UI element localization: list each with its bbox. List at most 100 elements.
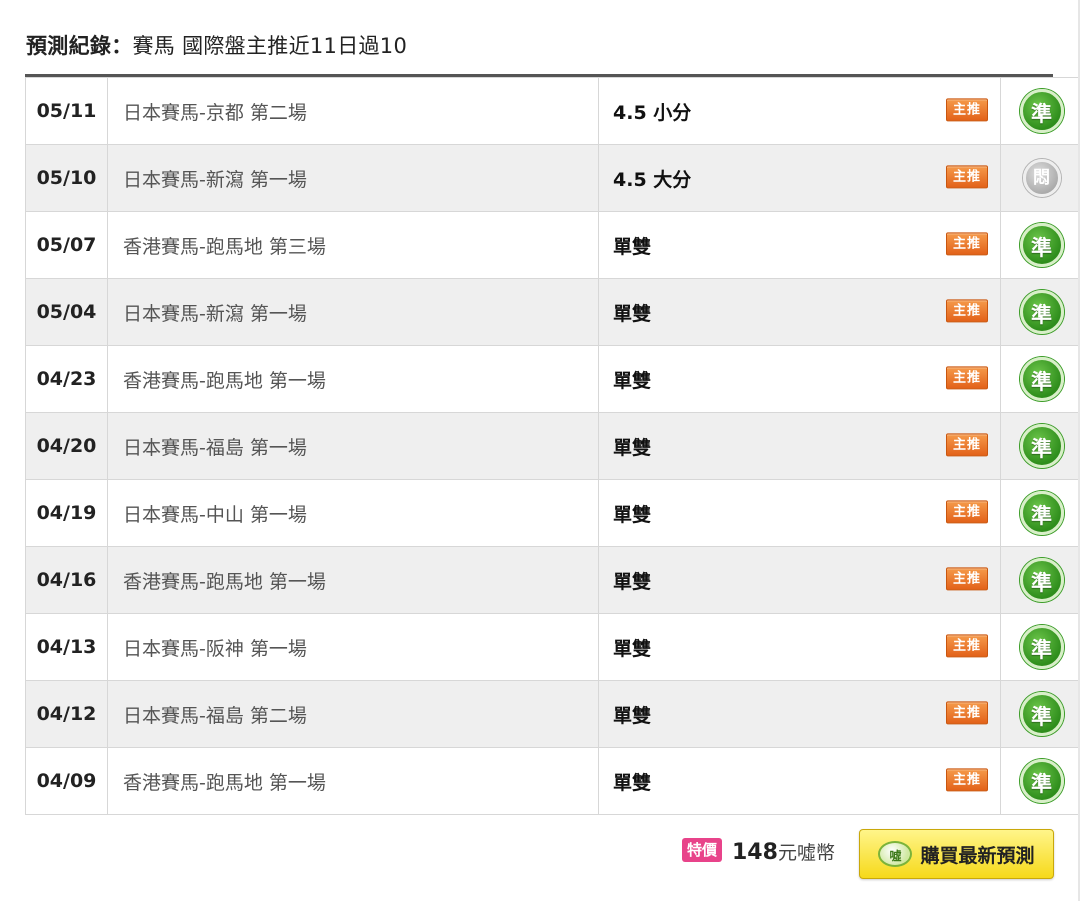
record-pick: 4.5 小分 xyxy=(613,101,692,124)
table-row: 04/09 香港賽馬-跑馬地 第一場 單雙 主推 準 xyxy=(25,747,1080,815)
record-result-cell: 準 xyxy=(1000,412,1080,480)
purchase-footer: 特價 148元噓幣 噓 購買最新預測 xyxy=(0,828,1080,882)
record-result-cell: 準 xyxy=(1000,278,1080,346)
record-result-cell: 悶 xyxy=(1000,144,1080,212)
price-display: 148元噓幣 xyxy=(732,838,835,865)
record-pick-cell: 單雙 主推 xyxy=(598,412,1001,480)
record-date: 04/20 xyxy=(25,412,108,480)
record-pick-wrap: 單雙 主推 xyxy=(613,681,1000,747)
record-pick-cell: 單雙 主推 xyxy=(598,680,1001,748)
record-date: 05/07 xyxy=(25,211,108,279)
record-race: 香港賽馬-跑馬地 第一場 xyxy=(107,747,599,815)
table-row: 04/13 日本賽馬-阪神 第一場 單雙 主推 準 xyxy=(25,613,1080,681)
record-pick-wrap: 單雙 主推 xyxy=(613,346,1000,412)
record-pick-cell: 單雙 主推 xyxy=(598,278,1001,346)
record-pick-cell: 4.5 大分 主推 xyxy=(598,144,1001,212)
record-race: 香港賽馬-跑馬地 第三場 xyxy=(107,211,599,279)
record-pick: 單雙 xyxy=(613,771,652,794)
main-pick-badge: 主推 xyxy=(946,567,988,591)
record-date: 04/13 xyxy=(25,613,108,681)
record-race: 日本賽馬-新瀉 第一場 xyxy=(107,144,599,212)
main-pick-badge: 主推 xyxy=(946,299,988,323)
result-hit-icon: 準 xyxy=(1019,290,1064,334)
record-result-cell: 準 xyxy=(1000,680,1080,748)
record-pick-cell: 單雙 主推 xyxy=(598,211,1001,279)
main-pick-badge: 主推 xyxy=(946,165,988,189)
record-pick: 單雙 xyxy=(613,637,652,660)
page-title: 預測紀錄：賽馬 國際盤主推近11日過10 xyxy=(26,30,407,60)
record-pick: 單雙 xyxy=(613,436,652,459)
record-pick-cell: 4.5 小分 主推 xyxy=(598,77,1001,145)
record-pick-cell: 單雙 主推 xyxy=(598,747,1001,815)
buy-button-label: 購買最新預測 xyxy=(920,844,1035,867)
record-pick-wrap: 單雙 主推 xyxy=(613,279,1000,345)
record-result-cell: 準 xyxy=(1000,211,1080,279)
record-pick-wrap: 單雙 主推 xyxy=(613,413,1000,479)
record-pick-wrap: 4.5 大分 主推 xyxy=(613,145,1000,211)
record-result-cell: 準 xyxy=(1000,546,1080,614)
table-row: 05/04 日本賽馬-新瀉 第一場 單雙 主推 準 xyxy=(25,278,1080,346)
main-pick-badge: 主推 xyxy=(946,768,988,792)
record-pick: 單雙 xyxy=(613,704,652,727)
record-pick-cell: 單雙 主推 xyxy=(598,546,1001,614)
record-date: 04/23 xyxy=(25,345,108,413)
record-date: 04/19 xyxy=(25,479,108,547)
record-pick-wrap: 單雙 主推 xyxy=(613,748,1000,814)
result-hit-icon: 準 xyxy=(1019,491,1064,535)
result-hit-icon: 準 xyxy=(1019,357,1064,401)
record-date: 04/09 xyxy=(25,747,108,815)
prediction-record-page: 預測紀錄：賽馬 國際盤主推近11日過10 05/11 日本賽馬-京都 第二場 4.5… xyxy=(0,0,1080,901)
record-result-cell: 準 xyxy=(1000,479,1080,547)
table-row: 04/16 香港賽馬-跑馬地 第一場 單雙 主推 準 xyxy=(25,546,1080,614)
record-race: 日本賽馬-新瀉 第一場 xyxy=(107,278,599,346)
table-row: 04/20 日本賽馬-福島 第一場 單雙 主推 準 xyxy=(25,412,1080,480)
record-race: 日本賽馬-阪神 第一場 xyxy=(107,613,599,681)
record-race: 香港賽馬-跑馬地 第一場 xyxy=(107,345,599,413)
table-row: 05/10 日本賽馬-新瀉 第一場 4.5 大分 主推 悶 xyxy=(25,144,1080,212)
record-pick: 單雙 xyxy=(613,302,652,325)
record-result-cell: 準 xyxy=(1000,345,1080,413)
record-race: 香港賽馬-跑馬地 第一場 xyxy=(107,546,599,614)
special-price-tag: 特價 xyxy=(682,838,722,862)
table-row: 05/11 日本賽馬-京都 第二場 4.5 小分 主推 準 xyxy=(25,77,1080,145)
record-pick-wrap: 單雙 主推 xyxy=(613,480,1000,546)
record-date: 05/11 xyxy=(25,77,108,145)
record-result-cell: 準 xyxy=(1000,747,1080,815)
main-pick-badge: 主推 xyxy=(946,634,988,658)
records-table: 05/11 日本賽馬-京都 第二場 4.5 小分 主推準 05/10 日本賽馬-新瀉 第一… xyxy=(25,77,1080,815)
record-pick-wrap: 4.5 小分 主推 xyxy=(613,78,1000,144)
record-pick: 單雙 xyxy=(613,369,652,392)
table-row: 04/23 香港賽馬-跑馬地 第一場 單雙 主推 準 xyxy=(25,345,1080,413)
result-hit-icon: 準 xyxy=(1019,424,1064,468)
record-date: 04/16 xyxy=(25,546,108,614)
main-pick-badge: 主推 xyxy=(946,701,988,725)
table-row: 04/12 日本賽馬-福島 第二場 單雙 主推 準 xyxy=(25,680,1080,748)
record-date: 04/12 xyxy=(25,680,108,748)
record-race: 日本賽馬-中山 第一場 xyxy=(107,479,599,547)
result-hit-icon: 準 xyxy=(1019,759,1064,803)
record-race: 日本賽馬-福島 第二場 xyxy=(107,680,599,748)
main-pick-badge: 主推 xyxy=(946,433,988,457)
record-result-cell: 準 xyxy=(1000,613,1080,681)
price-value: 148 xyxy=(732,840,778,865)
record-pick: 單雙 xyxy=(613,235,652,258)
table-row: 05/07 香港賽馬-跑馬地 第三場 單雙 主推 準 xyxy=(25,211,1080,279)
result-hit-icon: 準 xyxy=(1019,692,1064,736)
record-pick-cell: 單雙 主推 xyxy=(598,479,1001,547)
coin-icon: 噓 xyxy=(878,841,913,867)
buy-latest-prediction-button[interactable]: 噓 購買最新預測 xyxy=(859,829,1054,879)
record-pick: 4.5 大分 xyxy=(613,168,692,191)
record-race: 日本賽馬-京都 第二場 xyxy=(107,77,599,145)
page-title-label: 預測紀錄： xyxy=(26,34,133,58)
result-hit-icon: 準 xyxy=(1019,89,1064,133)
record-pick-wrap: 單雙 主推 xyxy=(613,547,1000,613)
record-pick-wrap: 單雙 主推 xyxy=(613,212,1000,278)
record-pick-cell: 單雙 主推 xyxy=(598,613,1001,681)
result-hit-icon: 準 xyxy=(1019,625,1064,669)
result-hit-icon: 準 xyxy=(1019,558,1064,602)
page-title-text: 賽馬 國際盤主推近11日過10 xyxy=(132,34,408,58)
record-pick: 單雙 xyxy=(613,570,652,593)
record-pick-cell: 單雙 主推 xyxy=(598,345,1001,413)
main-pick-badge: 主推 xyxy=(946,232,988,256)
main-pick-badge: 主推 xyxy=(946,366,988,390)
